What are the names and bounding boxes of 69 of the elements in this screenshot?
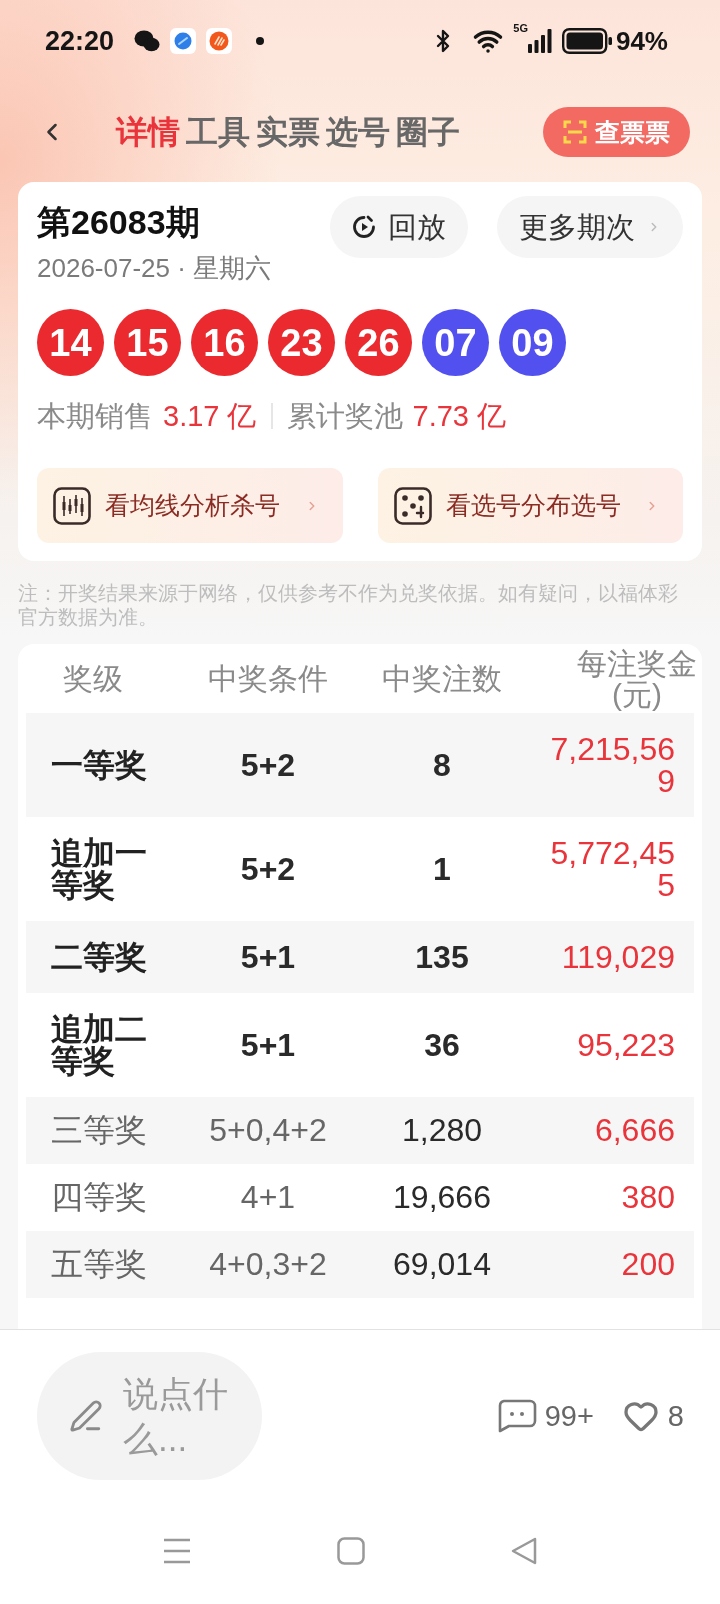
- prize-amount: 7,215,569: [549, 733, 675, 797]
- nav-tab[interactable]: 工具: [186, 112, 250, 152]
- winner-count: 69,014: [392, 1247, 492, 1282]
- prize-amount: 5,772,455: [549, 837, 675, 901]
- column-header: 中奖条件: [207, 663, 329, 694]
- replay-icon: [352, 215, 376, 239]
- winner-count: 36: [423, 1029, 461, 1061]
- win-condition: 4+0,3+2: [208, 1247, 328, 1282]
- check-ticket-button[interactable]: 查票票: [543, 107, 690, 157]
- app-icon: [206, 28, 233, 54]
- like-button[interactable]: 8: [621, 1398, 684, 1434]
- nav-tab[interactable]: 实票: [256, 112, 320, 152]
- pill-button[interactable]: 更多期次: [497, 196, 683, 258]
- winner-count: 8: [432, 749, 452, 781]
- winner-count: 1,280: [400, 1113, 484, 1148]
- stat-value: 3.17 亿: [163, 399, 257, 434]
- battery-icon: [561, 28, 612, 54]
- column-header: 每注奖金(元): [576, 647, 698, 710]
- pill-button[interactable]: 回放: [330, 196, 468, 258]
- win-condition: 5+2: [239, 749, 297, 781]
- prize-grade: 五等奖: [50, 1247, 148, 1282]
- scan-icon: [563, 120, 587, 144]
- signal-icon: [527, 29, 552, 53]
- stat-label: 累计奖池: [286, 399, 403, 434]
- pencil-icon: [69, 1399, 103, 1433]
- column-header: 中奖注数: [381, 663, 503, 694]
- prize-grade: 四等奖: [50, 1180, 148, 1215]
- app-icon: [170, 28, 197, 54]
- prize-amount: 119,029: [561, 941, 675, 973]
- win-condition: 5+0,4+2: [208, 1113, 328, 1148]
- analysis-link[interactable]: 看选号分布选号: [377, 468, 683, 543]
- comment-button[interactable]: 99+: [496, 1399, 594, 1433]
- prize-grade: 一等奖: [50, 749, 148, 781]
- column-header: 奖级: [62, 663, 124, 694]
- prize-grade: 追加二等奖: [50, 1013, 148, 1077]
- winner-count: 1: [432, 853, 452, 885]
- home-icon[interactable]: [337, 1537, 365, 1565]
- disclaimer-note: 注：开奖结果来源于网络，仅供参考不作为兑奖依据。如有疑问，以福体彩官方数据为准。: [18, 581, 679, 629]
- stat-label: 本期销售: [37, 399, 153, 434]
- candlestick-chart-icon: [53, 486, 91, 525]
- prize-grade: 三等奖: [50, 1113, 148, 1148]
- prize-amount: 6,666: [594, 1113, 675, 1148]
- dice-icon: [393, 486, 432, 525]
- win-condition: 5+1: [239, 941, 297, 973]
- nav-tab[interactable]: 详情: [116, 112, 180, 152]
- battery-percent: 94%: [615, 28, 668, 54]
- dot-icon: [256, 37, 265, 45]
- winner-count: 135: [414, 941, 470, 973]
- comment-icon: [496, 1399, 537, 1433]
- status-time: 22:20: [45, 27, 115, 55]
- prize-amount: 380: [621, 1180, 675, 1215]
- win-condition: 5+2: [239, 853, 297, 885]
- prize-grade: 二等奖: [50, 941, 148, 973]
- chat-bubbles-icon: [134, 30, 161, 52]
- network-label: 5G: [513, 22, 528, 34]
- prize-amount: 200: [621, 1247, 675, 1282]
- analysis-link[interactable]: 看均线分析杀号: [37, 468, 343, 543]
- issue-number: 第26083期: [37, 202, 201, 242]
- menu-icon[interactable]: [163, 1538, 191, 1564]
- nav-tab[interactable]: 圈子: [396, 112, 460, 152]
- win-condition: 5+1: [239, 1029, 297, 1061]
- winner-count: 19,666: [392, 1180, 492, 1215]
- draw-date: 2026-07-25 · 星期六: [37, 252, 272, 285]
- win-condition: 4+1: [239, 1180, 297, 1215]
- nav-tab[interactable]: 选号: [326, 112, 390, 152]
- comment-field[interactable]: 说点什么...: [37, 1352, 262, 1480]
- stat-value: 7.73 亿: [412, 399, 506, 434]
- prize-grade: 追加一等奖: [50, 837, 148, 901]
- prize-amount: 95,223: [577, 1029, 675, 1061]
